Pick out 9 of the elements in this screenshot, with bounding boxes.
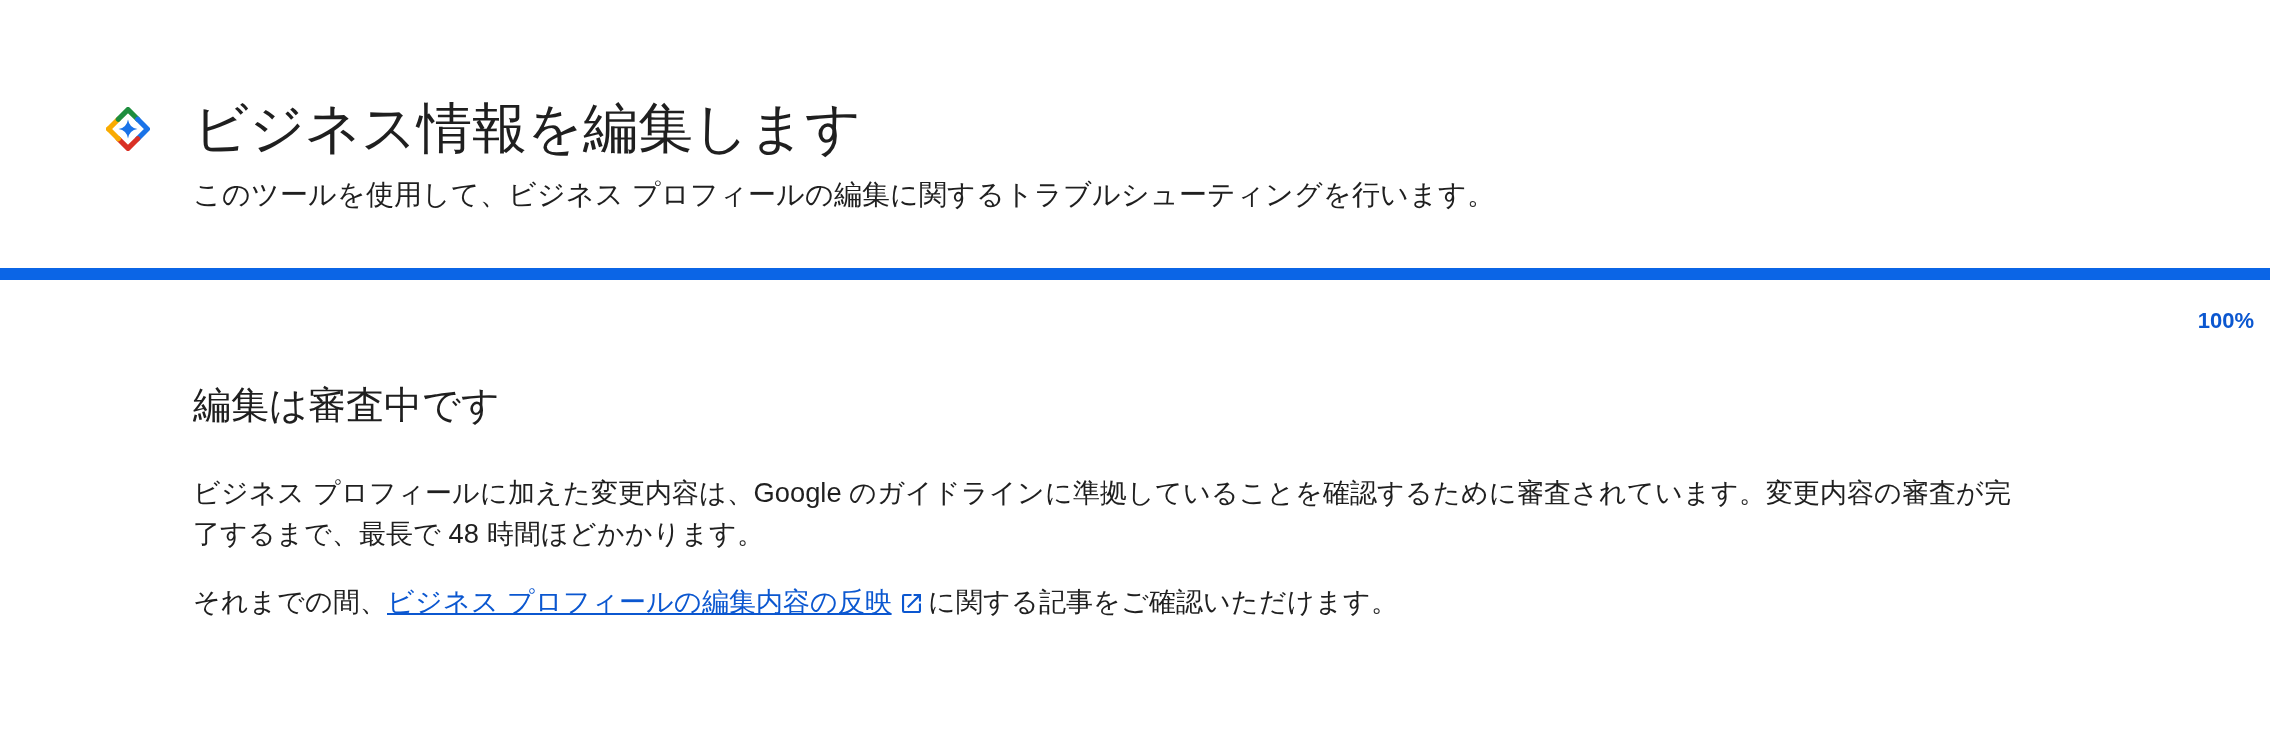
article-link[interactable]: ビジネス プロフィールの編集内容の反映 [387, 586, 921, 617]
body-paragraph: ビジネス プロフィールに加えた変更内容は、Google のガイドラインに準拠していることを確認するために審査されています。変更内容の審査が完了するまで、最長で 48 時間ほどかかります。 [193, 476, 2013, 551]
external-link-icon [901, 594, 921, 613]
page-title: ビジネス情報を編集します [193, 97, 862, 159]
progress-percentage: 100% [2197, 307, 2254, 335]
section-heading: 編集は審査中です [193, 383, 501, 428]
page-subtitle: このツールを使用して、ビジネス プロフィールの編集に関するトラブルシューティングを行います。 [193, 178, 1495, 212]
body-paragraph: それまでの間、ビジネス プロフィールの編集内容の反映 に関する記事をご確認いただけます。 [193, 585, 1400, 619]
diamond-sparkle-icon [106, 107, 150, 151]
